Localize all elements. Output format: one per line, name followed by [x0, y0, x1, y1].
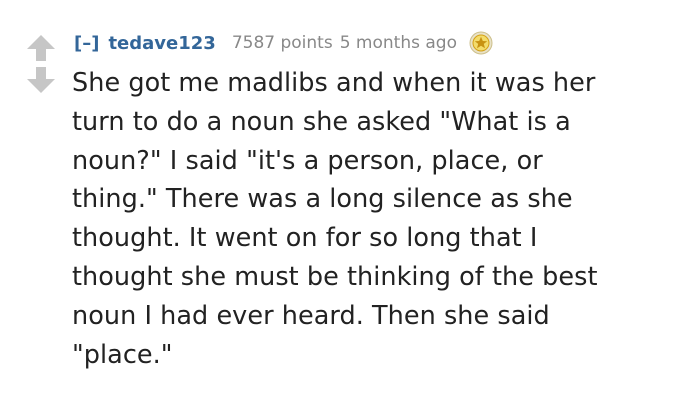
author-link[interactable]: tedave123: [108, 33, 215, 54]
comment-body-line: "place.": [72, 339, 173, 370]
comment-body: She got me madlibs and when it was her t…: [72, 64, 682, 374]
comment-body-line: thought she must be thinking of the best: [72, 261, 598, 292]
comment-body-line: She got me madlibs and when it was her: [72, 68, 596, 98]
gold-award-icon[interactable]: [469, 31, 493, 55]
score-text: 7587 points: [231, 33, 333, 53]
timestamp: 5 months ago: [339, 33, 457, 53]
gold-star-award-icon: [469, 31, 493, 55]
up-arrow-icon: [27, 35, 55, 61]
down-arrow-icon: [27, 67, 55, 93]
comment-body-line: turn to do a noun she asked "What is a: [72, 106, 571, 137]
comment-tagline: [–] tedave123 7587 points 5 months ago: [74, 30, 493, 56]
comment-body-line: thing." There was a long silence as she: [72, 184, 573, 215]
comment-body-line: noun?" I said "it's a person, place, or: [72, 145, 543, 176]
comment-body-line: thought. It went on for so long that I: [72, 223, 538, 254]
comment-body-line: noun I had ever heard. Then she said: [72, 300, 550, 331]
vote-controls: [26, 34, 56, 98]
upvote-button[interactable]: [26, 34, 56, 62]
downvote-button[interactable]: [26, 66, 56, 94]
comment: [–] tedave123 7587 points 5 months ago S…: [0, 0, 700, 413]
collapse-toggle[interactable]: [–]: [74, 33, 99, 54]
